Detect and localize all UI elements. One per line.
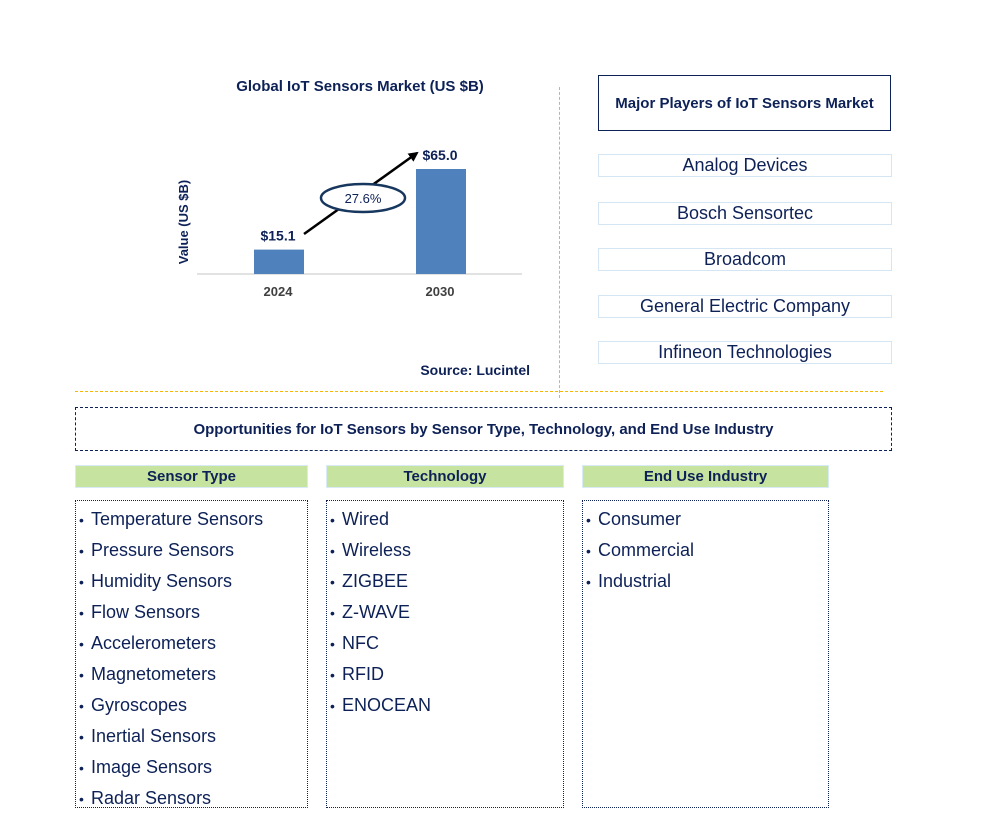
category-list-end-use-industry: • Consumer • Commercial • Industrial [582,500,829,808]
y-axis-label: Value (US $B) [176,180,191,265]
list-item-label: Z-WAVE [342,602,410,622]
bullet-icon: • [79,667,84,683]
data-label: $65.0 [422,147,457,163]
category-header-technology: Technology [326,465,564,488]
player-item: Broadcom [598,248,892,271]
list-item-label: Flow Sensors [91,602,201,622]
bullet-icon: • [330,543,335,559]
bullet-icon: • [79,636,84,652]
list-item: • Image Sensors [76,752,307,783]
list-item-label: Image Sensors [91,757,213,777]
vertical-divider [559,87,560,398]
list-item: • Gyroscopes [76,690,307,721]
list-item-label: Pressure Sensors [91,540,235,560]
list-item: • Industrial [583,566,828,597]
list-item: • ENOCEAN [327,690,563,721]
list-item-label: Humidity Sensors [91,571,233,591]
list-item: • Accelerometers [76,628,307,659]
horizontal-divider [75,391,883,392]
list-item-label: Inertial Sensors [91,726,217,746]
list-item-label: Radar Sensors [91,788,212,808]
list-item-label: Accelerometers [91,633,217,653]
bullet-icon: • [330,605,335,621]
list-item-label: Consumer [598,509,682,529]
bullet-icon: • [586,543,591,559]
category-header-end-use-industry: End Use Industry [582,465,829,488]
list-item-label: Wired [342,509,390,529]
player-item: Bosch Sensortec [598,202,892,225]
bullet-icon: • [79,543,84,559]
list-item: • Pressure Sensors [76,535,307,566]
list-item-label: Commercial [598,540,695,560]
list-item-label: Wireless [342,540,412,560]
list-item: • Flow Sensors [76,597,307,628]
list-item-label: NFC [342,633,379,653]
list-item: • Consumer [583,504,828,535]
list-item: • ZIGBEE [327,566,563,597]
list-item: • NFC [327,628,563,659]
bar-2024 [254,249,304,274]
player-item: Infineon Technologies [598,341,892,364]
bar-2030 [416,169,466,274]
list-item: • Wired [327,504,563,535]
bullet-icon: • [330,574,335,590]
opportunities-title: Opportunities for IoT Sensors by Sensor … [75,407,892,451]
data-label: $15.1 [260,228,295,244]
bullet-icon: • [79,512,84,528]
bullet-icon: • [79,760,84,776]
bullet-icon: • [330,512,335,528]
category-header-sensor-type: Sensor Type [75,465,308,488]
list-item-label: Industrial [598,571,672,591]
bullet-icon: • [79,698,84,714]
list-item: • RFID [327,659,563,690]
list-item: • Humidity Sensors [76,566,307,597]
list-item: • Temperature Sensors [76,504,307,535]
bullet-icon: • [330,667,335,683]
player-item: General Electric Company [598,295,892,318]
list-item-label: ENOCEAN [342,695,432,715]
list-item: • Radar Sensors [76,783,307,814]
bullet-icon: • [586,512,591,528]
bullet-icon: • [586,574,591,590]
x-tick-label: 2024 [264,284,294,299]
list-item: • Wireless [327,535,563,566]
players-title: Major Players of IoT Sensors Market [598,75,891,131]
list-item: • Commercial [583,535,828,566]
bullet-icon: • [330,698,335,714]
bullet-icon: • [79,605,84,621]
list-item-label: Magnetometers [91,664,217,684]
list-item: • Z-WAVE [327,597,563,628]
cagr-label: 27.6% [345,191,382,206]
list-item-label: ZIGBEE [342,571,409,591]
list-item-label: RFID [342,664,384,684]
x-tick-label: 2030 [426,284,455,299]
bullet-icon: • [79,791,84,807]
list-item-label: Gyroscopes [91,695,188,715]
bullet-icon: • [79,729,84,745]
list-item: • Magnetometers [76,659,307,690]
source-label: Source: Lucintel [420,362,530,378]
list-item: • Inertial Sensors [76,721,307,752]
category-list-sensor-type: • Temperature Sensors • Pressure Sensors • Hu… [75,500,308,808]
player-item: Analog Devices [598,154,892,177]
bullet-icon: • [330,636,335,652]
bullet-icon: • [79,574,84,590]
category-list-technology: • Wired • Wireless • ZIGBEE • Z-WAVE • NFC • RFID • E… [326,500,564,808]
list-item-label: Temperature Sensors [91,509,264,529]
